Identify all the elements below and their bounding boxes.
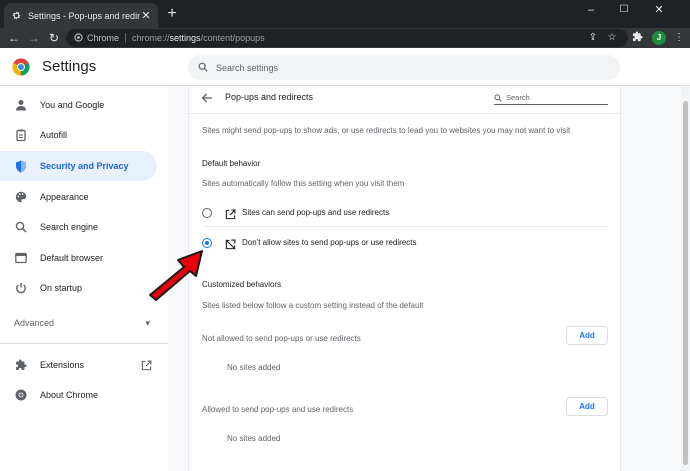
add-not-allowed-button[interactable]: Add	[566, 326, 608, 345]
tab-title: Settings - Pop-ups and redirects	[28, 10, 140, 21]
open-external-icon	[141, 360, 152, 371]
title-bar: Settings - Pop-ups and redirects ✕ + ‒ ☐…	[0, 0, 690, 28]
scrollbar-thumb[interactable]	[683, 101, 688, 465]
sidebar-item-extensions[interactable]: Extensions	[0, 350, 160, 380]
allowed-empty-message: No sites added	[227, 434, 281, 443]
not-allowed-empty-message: No sites added	[227, 363, 281, 372]
close-window-button[interactable]: ✕	[648, 2, 670, 18]
popup-blocked-icon	[225, 237, 236, 250]
extensions-puzzle-icon[interactable]	[630, 31, 644, 45]
share-icon[interactable]: ⇪	[586, 31, 600, 45]
advanced-section-toggle[interactable]: Advanced ▾	[14, 318, 150, 329]
puzzle-icon	[14, 358, 28, 372]
url-prefix: chrome://	[132, 33, 170, 43]
sidebar-item-label: Search engine	[40, 222, 99, 232]
option-allow-label[interactable]: Sites can send pop-ups and use redirects	[242, 208, 389, 217]
sidebar-item-security-and-privacy[interactable]: Security and Privacy	[0, 151, 157, 181]
chrome-logo-icon	[12, 58, 30, 76]
browser-tab[interactable]: Settings - Pop-ups and redirects ✕	[4, 3, 158, 28]
sidebar-item-label: About Chrome	[40, 390, 99, 400]
sidebar-item-you-and-google[interactable]: You and Google	[0, 90, 157, 120]
search-icon	[14, 220, 28, 234]
back-button[interactable]: ←	[6, 30, 22, 46]
open-in-new-icon	[225, 207, 236, 220]
settings-header: Settings Search settings	[0, 48, 690, 86]
sidebar-item-label: Security and Privacy	[40, 161, 129, 171]
maximize-button[interactable]: ☐	[613, 2, 635, 18]
omnibox-chrome-label: Chrome	[87, 33, 120, 43]
divider	[202, 226, 608, 227]
profile-avatar[interactable]: J	[652, 31, 666, 45]
search-icon	[198, 59, 208, 77]
sidebar-item-label: Default browser	[40, 253, 104, 263]
minimize-button[interactable]: ‒	[580, 2, 602, 18]
sidebar-item-about-chrome[interactable]: About Chrome	[0, 380, 157, 410]
close-tab-icon[interactable]: ✕	[140, 10, 152, 22]
popups-settings-card: Pop-ups and redirects Search Sites might…	[188, 87, 622, 471]
chrome-window: Settings - Pop-ups and redirects ✕ + ‒ ☐…	[0, 0, 690, 471]
advanced-label: Advanced	[14, 318, 55, 328]
customized-behaviors-subtitle: Sites listed below follow a custom setti…	[202, 301, 424, 310]
page-title: Settings	[42, 58, 97, 75]
page-description: Sites might send pop-ups to show ads, or…	[202, 126, 571, 135]
sidebar-item-label: Extensions	[40, 360, 85, 370]
scrollbar[interactable]	[681, 87, 690, 471]
annotation-arrow-icon	[149, 250, 203, 301]
url-suffix: /content/popups	[200, 33, 265, 43]
sidebar-item-label: Autofill	[40, 130, 68, 140]
browser-toolbar: ← → ↻ Chrome chrome://settings/content/p…	[0, 28, 690, 48]
shield-icon	[14, 159, 28, 173]
chrome-icon	[14, 388, 28, 402]
sidebar-item-search-engine[interactable]: Search engine	[0, 212, 157, 242]
sidebar-item-appearance[interactable]: Appearance	[0, 182, 157, 212]
default-behavior-subtitle: Sites automatically follow this setting …	[202, 179, 405, 188]
default-behavior-heading: Default behavior	[202, 159, 261, 168]
reload-button[interactable]: ↻	[46, 30, 62, 46]
sidebar-item-label: You and Google	[40, 100, 105, 110]
radio-allow-popups[interactable]	[202, 208, 212, 218]
sidebar-divider	[0, 343, 168, 344]
browser-icon	[14, 251, 28, 265]
subpage-search-input[interactable]: Search	[494, 91, 608, 105]
bookmark-star-icon[interactable]: ☆	[605, 31, 619, 45]
search-icon	[494, 89, 502, 107]
not-allowed-list-label: Not allowed to send pop-ups or use redir…	[202, 334, 361, 343]
search-placeholder: Search settings	[216, 62, 279, 73]
search-placeholder: Search	[506, 93, 530, 102]
address-bar[interactable]: Chrome chrome://settings/content/popups	[66, 29, 628, 47]
menu-kebab-icon[interactable]: ⋮	[672, 31, 686, 45]
sidebar: You and Google Autofill Security and Pri…	[0, 87, 168, 471]
omnibox-url: chrome://settings/content/popups	[132, 33, 265, 43]
settings-search-input[interactable]: Search settings	[188, 55, 620, 80]
chevron-down-icon: ▾	[145, 318, 150, 328]
sidebar-item-label: On startup	[40, 283, 83, 293]
url-highlight: settings	[169, 33, 201, 43]
power-icon	[14, 281, 28, 295]
forward-button[interactable]: →	[26, 30, 42, 46]
option-block-label[interactable]: Don't allow sites to send pop-ups or use…	[242, 238, 417, 247]
sidebar-item-label: Appearance	[40, 192, 89, 202]
sidebar-item-autofill[interactable]: Autofill	[0, 120, 157, 150]
subpage-title: Pop-ups and redirects	[225, 92, 314, 102]
divider	[189, 113, 622, 114]
sidebar-item-default-browser[interactable]: Default browser	[0, 243, 157, 273]
clipboard-icon	[14, 128, 28, 142]
gear-icon	[10, 10, 22, 22]
person-icon	[14, 98, 28, 112]
card-header: Pop-ups and redirects Search	[189, 87, 622, 109]
add-allowed-button[interactable]: Add	[566, 397, 608, 416]
sidebar-item-on-startup[interactable]: On startup	[0, 273, 157, 303]
allowed-list-label: Allowed to send pop-ups and use redirect…	[202, 405, 354, 414]
chrome-page-icon	[74, 29, 83, 47]
omnibox-separator	[125, 33, 127, 43]
palette-icon	[14, 190, 28, 204]
back-arrow-icon[interactable]	[201, 91, 215, 105]
new-tab-button[interactable]: +	[164, 6, 180, 22]
